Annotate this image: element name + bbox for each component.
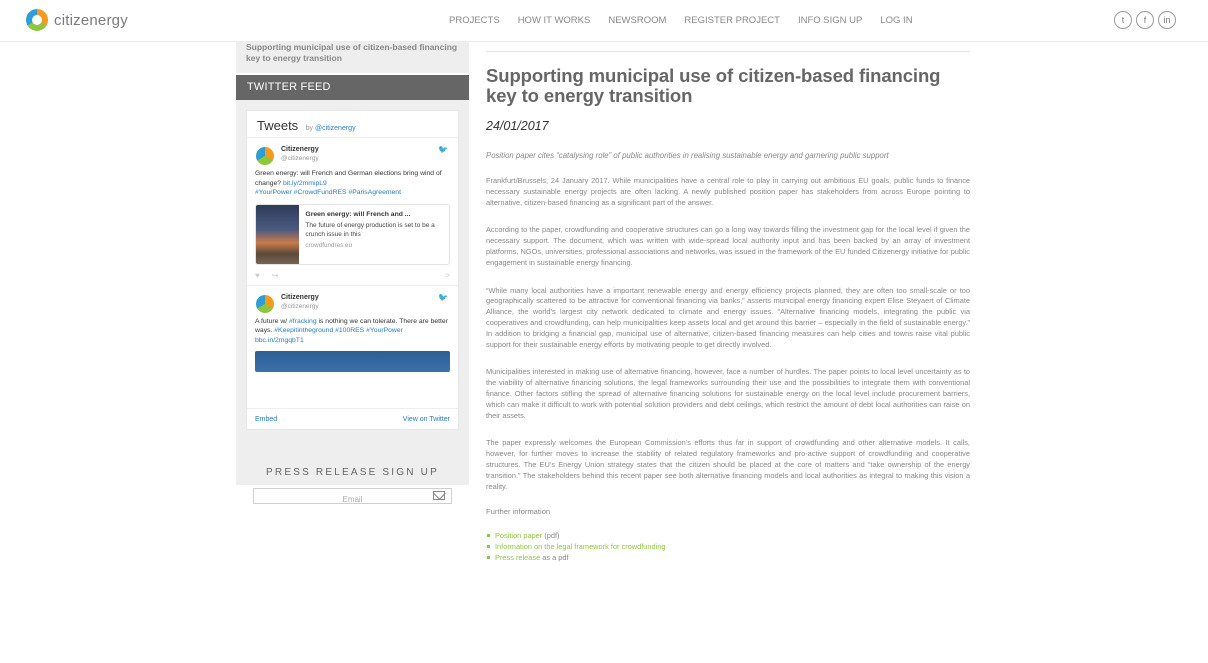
tweet-author-name[interactable]: Citizenergy — [281, 293, 450, 302]
press-release-link[interactable]: Press release — [495, 553, 540, 562]
previous-article-box: Supporting municipal use of citizen-base… — [236, 42, 469, 73]
tweets-account-link[interactable]: @citizenergy — [315, 125, 356, 132]
mail-icon[interactable] — [433, 491, 445, 500]
tweet-link[interactable]: bit.ly/2mmipL9 — [283, 180, 327, 187]
article-title: Supporting municipal use of citizen-base… — [486, 65, 941, 106]
tweet-link[interactable]: bbc.in/2mgqbT1 — [255, 337, 304, 344]
more-icon[interactable]: > — [445, 271, 450, 280]
tweets-title: Tweets — [257, 118, 299, 133]
further-information-list: Position paper (pdf) Information on the … — [486, 530, 970, 563]
tweet-text: A future w/ #fracking is nothing we can … — [255, 317, 448, 344]
tweet-image[interactable] — [255, 351, 450, 372]
tweet-hashtag[interactable]: #fracking — [289, 318, 317, 325]
nav-register-project[interactable]: REGISTER PROJECT — [684, 15, 780, 26]
divider — [486, 51, 970, 52]
article: Supporting municipal use of citizen-base… — [486, 42, 970, 563]
email-field[interactable] — [267, 492, 438, 507]
article-paragraph: Frankfurt/Brussels, 24 January 2017. Whi… — [486, 176, 970, 207]
article-paragraph: “While many local authorities have a imp… — [486, 285, 970, 349]
heart-icon[interactable]: ♥ — [255, 271, 260, 285]
avatar[interactable] — [256, 294, 274, 313]
article-paragraph: The paper expressly welcomes the Europea… — [486, 438, 970, 491]
sidebar: Supporting municipal use of citizen-base… — [236, 42, 469, 485]
nav-how-it-works[interactable]: HOW IT WORKS — [518, 15, 591, 26]
press-release-signup: PRESS RELEASE SIGN UP — [236, 467, 469, 507]
press-signup-form — [253, 488, 452, 507]
preview-description: The future of energy production is set t… — [305, 221, 435, 238]
position-paper-link[interactable]: Position paper — [495, 531, 542, 540]
nav-projects[interactable]: PROJECTS — [449, 15, 500, 26]
preview-title: Green energy: will French and ... — [305, 210, 411, 218]
list-item: Position paper (pdf) — [486, 530, 970, 541]
share-icon[interactable]: ↪ — [272, 271, 279, 285]
logo-icon — [26, 9, 48, 31]
tweet-actions: ♥ ↪ > — [255, 265, 450, 285]
further-information-label: Further information — [486, 507, 551, 517]
tweet-author-handle[interactable]: @citizenergy — [281, 154, 450, 163]
tweets-by: by @citizenergy — [305, 125, 356, 132]
twitter-bird-icon: 🐦 — [438, 292, 448, 302]
tweet-link-preview[interactable]: Green energy: will French and ... The fu… — [255, 203, 450, 265]
twitter-widget-footer: Embed View on Twitter — [247, 408, 458, 429]
nav-info-sign-up[interactable]: INFO SIGN UP — [798, 15, 862, 26]
twitter-icon[interactable]: t — [1114, 11, 1132, 29]
tweet-author-name[interactable]: Citizenergy — [281, 145, 450, 154]
tweet: 🐦 Citizenergy @citizenergy Green energy:… — [247, 138, 458, 286]
article-date: 24/01/2017 — [486, 119, 549, 133]
tweet-text: Green energy: will French and German ele… — [255, 170, 442, 196]
press-release-title: PRESS RELEASE SIGN UP — [266, 467, 439, 478]
twitter-feed: Tweets by @citizenergy 🐦 Citizenergy @ci… — [236, 100, 469, 485]
article-paragraph: According to the paper, crowdfunding and… — [486, 225, 970, 267]
nav-log-in[interactable]: LOG IN — [880, 15, 912, 26]
tweet-hashtags[interactable]: #YourPower #CrowdFundRES #ParisAgreement — [255, 189, 401, 196]
embed-link[interactable]: Embed — [255, 416, 277, 423]
list-item: Information on the legal framework for c… — [486, 541, 970, 552]
logo[interactable]: citizenergy — [26, 9, 128, 31]
nav-newsroom[interactable]: NEWSROOM — [608, 15, 666, 26]
twitter-feed-heading: TWITTER FEED — [236, 75, 469, 100]
tweet: 🐦 Citizenergy @citizenergy A future w/ #… — [247, 286, 458, 372]
list-item: Press release as a pdf — [486, 552, 970, 563]
site-header: citizenergy PROJECTS HOW IT WORKS NEWSRO… — [0, 0, 1208, 42]
article-paragraph: Municipalities interested in making use … — [486, 367, 970, 420]
twitter-bird-icon: 🐦 — [438, 145, 448, 154]
preview-domain: crowdfundres.eu — [305, 241, 352, 249]
avatar[interactable] — [256, 147, 274, 165]
twitter-widget-header: Tweets by @citizenergy — [247, 111, 458, 138]
twitter-widget: Tweets by @citizenergy 🐦 Citizenergy @ci… — [246, 110, 459, 430]
tweet-hashtags[interactable]: #Keepitintheground #100RES #YourPower — [274, 327, 403, 334]
tweet-author-handle[interactable]: @citizenergy — [281, 302, 450, 311]
legal-framework-link[interactable]: Information on the legal framework for c… — [495, 542, 665, 551]
previous-article-title[interactable]: Supporting municipal use of citizen-base… — [246, 42, 459, 64]
facebook-icon[interactable]: f — [1136, 11, 1154, 29]
article-lead: Position paper cites “catalysing role” o… — [486, 151, 889, 160]
linkedin-icon[interactable]: in — [1158, 11, 1176, 29]
logo-text: citizenergy — [54, 11, 128, 29]
social-links: t f in — [1114, 11, 1176, 29]
preview-image — [256, 204, 300, 264]
main-nav: PROJECTS HOW IT WORKS NEWSROOM REGISTER … — [449, 15, 931, 26]
view-on-twitter-link[interactable]: View on Twitter — [403, 416, 450, 423]
